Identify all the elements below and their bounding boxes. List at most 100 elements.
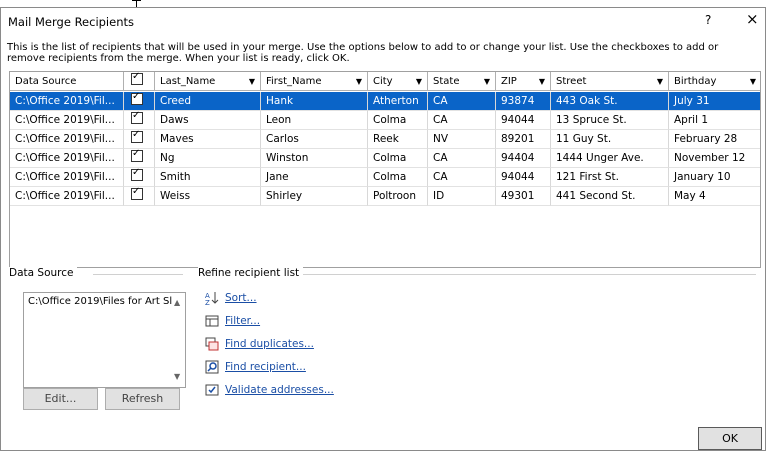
- cell-last: Ng: [155, 149, 261, 168]
- table-row[interactable]: C:\Office 2019\Fil... ✓ Ng Winston Colma CA 94…: [10, 149, 760, 168]
- find-recipient-link[interactable]: Find recipient...: [205, 358, 306, 376]
- row-checkbox-cell[interactable]: ✓: [124, 168, 155, 187]
- cell-birthday: February 28: [669, 130, 760, 149]
- validate-addresses-link[interactable]: Validate addresses...: [205, 381, 334, 399]
- recipient-checkbox[interactable]: ✓: [131, 187, 143, 200]
- refine-group-divider: [301, 274, 756, 275]
- chevron-down-icon[interactable]: ▼: [356, 72, 362, 90]
- chevron-down-icon[interactable]: ▼: [416, 72, 422, 90]
- cell-last: Creed: [155, 92, 261, 111]
- scroll-down-icon[interactable]: ▼: [174, 372, 180, 381]
- cell-state: CA: [428, 111, 496, 130]
- cell-first: Carlos: [261, 130, 368, 149]
- cell-zip: 94044: [496, 168, 551, 187]
- column-header-data-source[interactable]: Data Source: [10, 72, 124, 91]
- cell-street: 443 Oak St.: [551, 92, 669, 111]
- filter-link[interactable]: Filter...: [205, 312, 260, 330]
- sort-az-icon: AZ: [205, 291, 219, 307]
- cell-city: Reek: [368, 130, 428, 149]
- column-header-checkbox[interactable]: ✓: [124, 72, 155, 91]
- recipient-checkbox[interactable]: ✓: [131, 130, 143, 143]
- cell-state: CA: [428, 149, 496, 168]
- cell-state: NV: [428, 130, 496, 149]
- cell-city: Atherton: [368, 92, 428, 111]
- chevron-down-icon[interactable]: ▼: [539, 72, 545, 90]
- data-source-list[interactable]: C:\Office 2019\Files for Art Sl: [23, 292, 186, 388]
- recipient-checkbox[interactable]: ✓: [131, 111, 143, 124]
- cell-first: Leon: [261, 111, 368, 130]
- chevron-down-icon[interactable]: ▼: [249, 72, 255, 90]
- svg-text:Z: Z: [205, 299, 210, 305]
- column-header-street[interactable]: Street ▼: [551, 72, 669, 91]
- cell-state: ID: [428, 187, 496, 206]
- column-header-birthday[interactable]: Birthday ▼: [669, 72, 760, 91]
- cell-birthday: November 12: [669, 149, 760, 168]
- data-source-group-divider: [93, 274, 183, 275]
- row-checkbox-cell[interactable]: ✓: [124, 130, 155, 149]
- checkmark-icon: ✓: [132, 149, 141, 159]
- validate-addresses-icon: [205, 383, 219, 397]
- data-source-group-label: Data Source: [9, 267, 78, 279]
- cell-source: C:\Office 2019\Fil...: [10, 149, 124, 168]
- cell-city: Poltroon: [368, 187, 428, 206]
- cell-zip: 89201: [496, 130, 551, 149]
- select-all-checkbox[interactable]: ✓: [131, 72, 143, 85]
- instructions-text: This is the list of recipients that will…: [7, 42, 719, 64]
- column-header-zip[interactable]: ZIP ▼: [496, 72, 551, 91]
- table-row[interactable]: C:\Office 2019\Fil... ✓ Maves Carlos Reek NV 8…: [10, 130, 760, 149]
- cell-state: CA: [428, 92, 496, 111]
- table-row[interactable]: C:\Office 2019\Fil... ✓ Creed Hank Atherton C…: [10, 92, 760, 111]
- table-row[interactable]: C:\Office 2019\Fil... ✓ Daws Leon Colma CA 940…: [10, 111, 760, 130]
- cell-source: C:\Office 2019\Fil...: [10, 187, 124, 206]
- cell-birthday: January 10: [669, 168, 760, 187]
- cell-birthday: May 4: [669, 187, 760, 206]
- refresh-button[interactable]: Refresh: [105, 388, 180, 410]
- column-header-state[interactable]: State ▼: [428, 72, 496, 91]
- cell-street: 1444 Unger Ave.: [551, 149, 669, 168]
- cell-city: Colma: [368, 168, 428, 187]
- scroll-up-icon[interactable]: ▲: [174, 298, 180, 307]
- row-checkbox-cell[interactable]: ✓: [124, 92, 155, 111]
- row-checkbox-cell[interactable]: ✓: [124, 111, 155, 130]
- help-button[interactable]: ?: [705, 13, 711, 27]
- recipient-grid: Data Source ✓ Last_Name ▼ First_Name ▼ Cit…: [9, 71, 761, 268]
- cell-street: 11 Guy St.: [551, 130, 669, 149]
- chevron-down-icon[interactable]: ▼: [657, 72, 663, 90]
- cell-birthday: April 1: [669, 111, 760, 130]
- cell-source: C:\Office 2019\Fil...: [10, 111, 124, 130]
- close-button[interactable]: ×: [746, 10, 759, 28]
- cell-zip: 94044: [496, 111, 551, 130]
- checkmark-icon: ✓: [132, 72, 141, 82]
- ok-button[interactable]: OK: [698, 427, 762, 450]
- column-header-last-name[interactable]: Last_Name ▼: [155, 72, 261, 91]
- table-row[interactable]: C:\Office 2019\Fil... ✓ Weiss Shirley Poltro…: [10, 187, 760, 206]
- recipient-checkbox[interactable]: ✓: [131, 149, 143, 162]
- edit-button[interactable]: Edit...: [23, 388, 98, 410]
- recipient-checkbox[interactable]: ✓: [131, 92, 143, 105]
- chevron-down-icon[interactable]: ▼: [750, 72, 756, 90]
- cell-first: Jane: [261, 168, 368, 187]
- cell-street: 121 First St.: [551, 168, 669, 187]
- checkmark-icon: ✓: [132, 111, 141, 121]
- cell-street: 441 Second St.: [551, 187, 669, 206]
- row-checkbox-cell[interactable]: ✓: [124, 187, 155, 206]
- sort-link[interactable]: A Z Sort...: [205, 289, 257, 307]
- find-duplicates-link[interactable]: Find duplicates...: [205, 335, 314, 353]
- cell-last: Maves: [155, 130, 261, 149]
- recipient-checkbox[interactable]: ✓: [131, 168, 143, 181]
- checkmark-icon: ✓: [132, 168, 141, 178]
- cell-zip: 93874: [496, 92, 551, 111]
- cell-state: CA: [428, 168, 496, 187]
- cell-zip: 94404: [496, 149, 551, 168]
- checkmark-icon: ✓: [132, 92, 141, 102]
- chevron-down-icon[interactable]: ▼: [484, 72, 490, 90]
- column-header-first-name[interactable]: First_Name ▼: [261, 72, 368, 91]
- filter-icon: [205, 314, 219, 328]
- data-source-list-item[interactable]: C:\Office 2019\Files for Art Sl: [28, 296, 172, 307]
- cell-last: Weiss: [155, 187, 261, 206]
- table-row[interactable]: C:\Office 2019\Fil... ✓ Smith Jane Colma CA 94…: [10, 168, 760, 187]
- cell-street: 13 Spruce St.: [551, 111, 669, 130]
- cell-source: C:\Office 2019\Fil...: [10, 130, 124, 149]
- row-checkbox-cell[interactable]: ✓: [124, 149, 155, 168]
- column-header-city[interactable]: City ▼: [368, 72, 428, 91]
